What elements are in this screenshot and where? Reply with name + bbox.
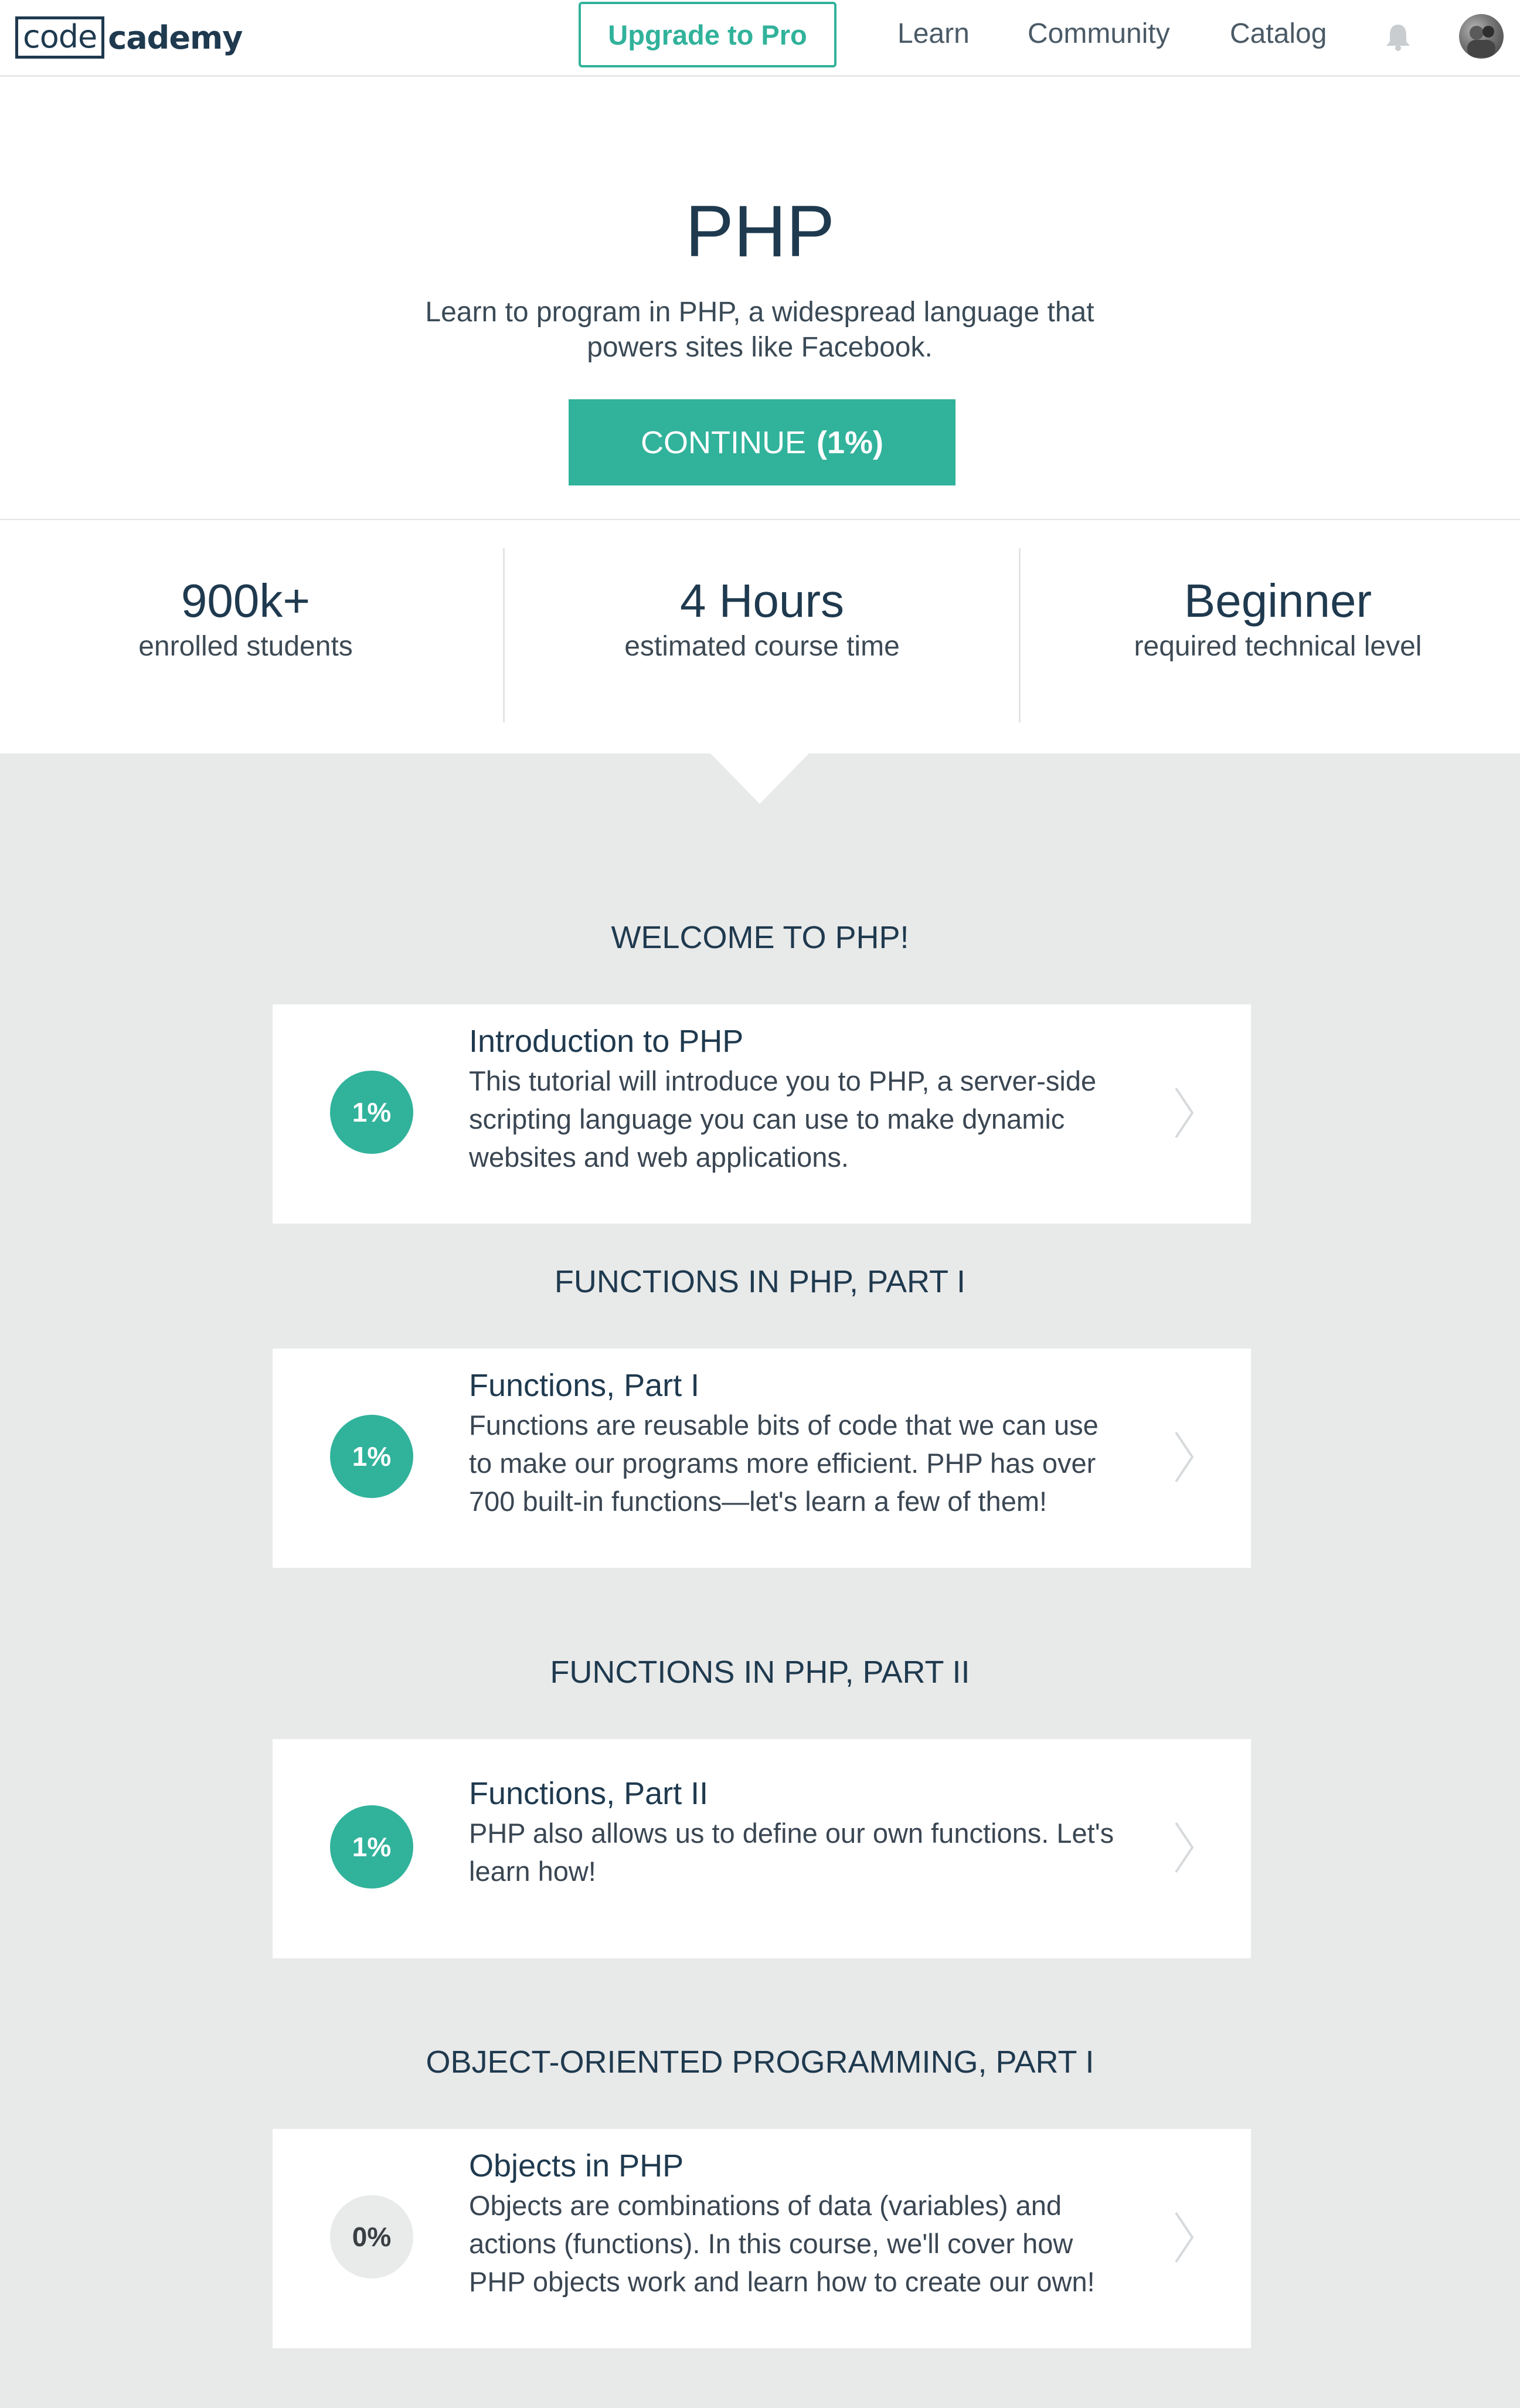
stat-label: estimated course time — [624, 631, 900, 662]
stats-pointer-notch — [709, 752, 810, 804]
stat-value: 4 Hours — [679, 575, 845, 627]
stat-divider — [503, 548, 505, 722]
stat-course-time: 4 Hours estimated course time — [586, 573, 938, 664]
nav-community-link[interactable]: Community — [1028, 16, 1170, 52]
lesson-card-objects[interactable]: 0% Objects in PHP Objects are combinatio… — [273, 2129, 1251, 2348]
stat-technical-level: Beginner required technical level — [1102, 573, 1454, 664]
course-description: Learn to program in PHP, a widespread la… — [425, 297, 1094, 363]
continue-progress: (1%) — [816, 424, 883, 460]
top-navigation-bar: code cademy Upgrade to Pro Learn Communi… — [0, 0, 1520, 77]
chevron-right-icon — [1167, 1084, 1202, 1142]
bell-icon[interactable] — [1385, 22, 1412, 52]
lesson-description: This tutorial will introduce you to PHP,… — [469, 1065, 1097, 1173]
lesson-title: Objects in PHP — [469, 2148, 684, 2183]
lesson-card-functions-2[interactable]: 1% Functions, Part II PHP also allows us… — [273, 1739, 1251, 1958]
section-title-functions-1: FUNCTIONS IN PHP, PART I — [554, 1264, 966, 1299]
section-title-oop-1: OBJECT-ORIENTED PROGRAMMING, PART I — [426, 2044, 1094, 2080]
lesson-description: Objects are combinations of data (variab… — [469, 2190, 1095, 2297]
continue-button-label: CONTINUE — [640, 424, 806, 460]
chevron-right-icon — [1167, 2208, 1202, 2267]
progress-badge: 0% — [330, 2195, 413, 2278]
upgrade-to-pro-button[interactable]: Upgrade to Pro — [579, 2, 836, 67]
progress-badge: 1% — [330, 1071, 413, 1154]
progress-badge: 1% — [330, 1415, 413, 1498]
codecademy-logo[interactable]: code cademy — [15, 16, 243, 59]
nav-catalog-link[interactable]: Catalog — [1230, 16, 1327, 52]
chevron-right-icon — [1167, 1818, 1202, 1877]
section-title-welcome: WELCOME TO PHP! — [611, 920, 909, 955]
lesson-title: Functions, Part I — [469, 1368, 700, 1403]
lesson-description: PHP also allows us to define our own fun… — [469, 1818, 1114, 1887]
lesson-title: Functions, Part II — [469, 1776, 709, 1811]
page-title: PHP — [685, 191, 835, 272]
nav-learn-link[interactable]: Learn — [897, 16, 970, 52]
lesson-description: Functions are reusable bits of code that… — [469, 1410, 1099, 1517]
course-stats: 900k+ enrolled students 4 Hours estimate… — [0, 520, 1520, 753]
stat-value: 900k+ — [181, 575, 311, 627]
course-hero: PHP Learn to program in PHP, a widesprea… — [0, 77, 1520, 521]
stat-label: required technical level — [1134, 631, 1422, 662]
stat-value: Beginner — [1184, 575, 1372, 627]
avatar[interactable] — [1459, 14, 1504, 59]
chevron-right-icon — [1167, 1428, 1202, 1486]
lesson-title: Introduction to PHP — [469, 1024, 744, 1059]
stat-divider — [1019, 548, 1021, 722]
logo-wordmark: cademy — [108, 19, 243, 56]
continue-button[interactable]: CONTINUE (1%) — [569, 399, 955, 485]
lesson-card-introduction[interactable]: 1% Introduction to PHP This tutorial wil… — [273, 1004, 1251, 1224]
stat-enrolled: 900k+ enrolled students — [70, 573, 421, 664]
stat-label: enrolled students — [138, 631, 353, 662]
lesson-card-functions-1[interactable]: 1% Functions, Part I Functions are reusa… — [273, 1349, 1251, 1568]
progress-badge: 1% — [330, 1805, 413, 1889]
logo-code-box: code — [15, 16, 105, 59]
section-title-functions-2: FUNCTIONS IN PHP, PART II — [550, 1655, 970, 1690]
